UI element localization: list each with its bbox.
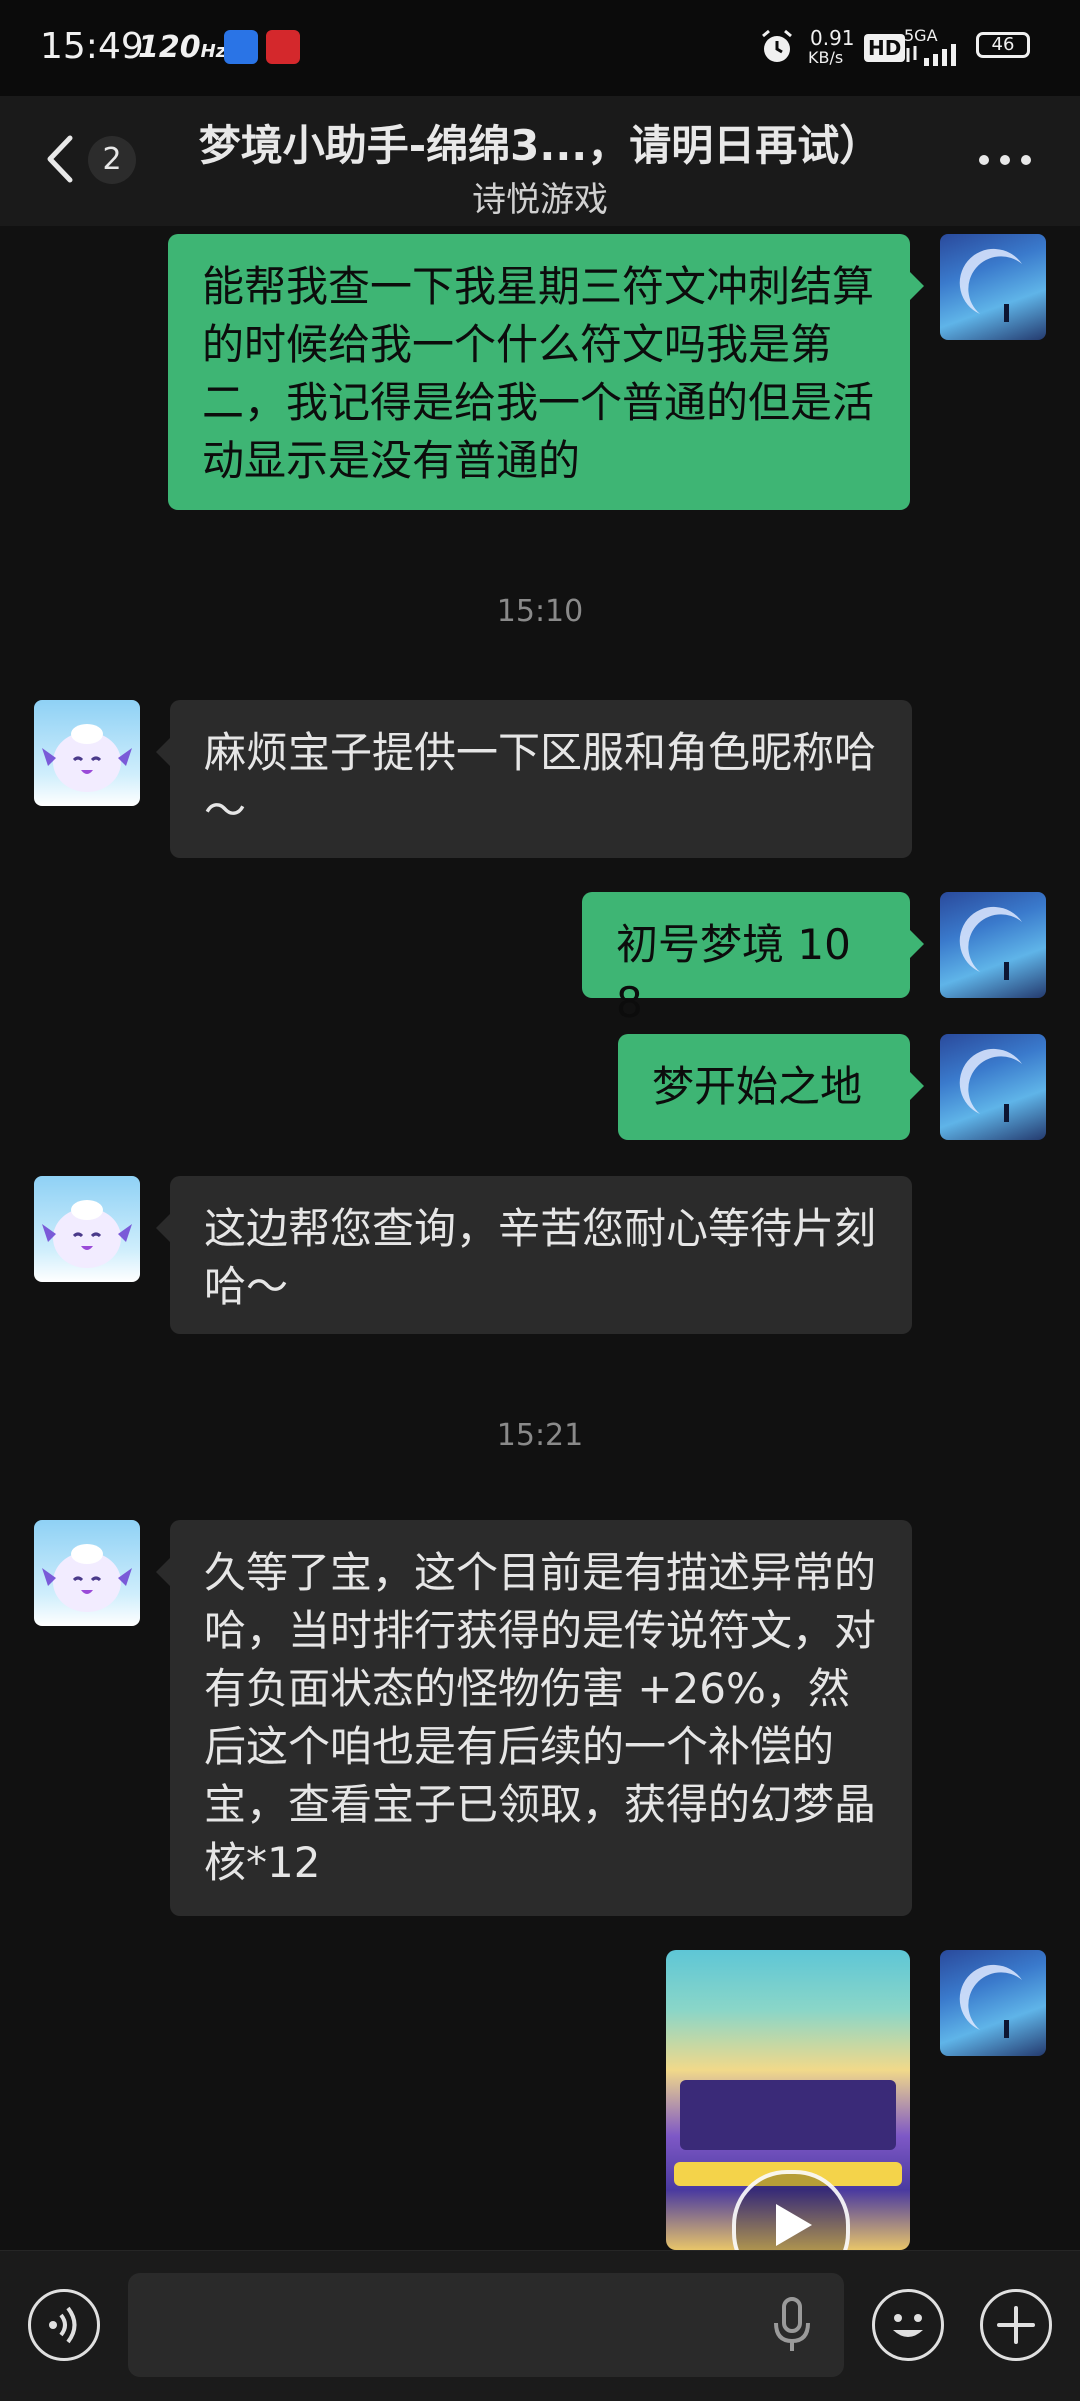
status-bar: 15:49 120Hz 0.91 KB/s HD 5GA 46 [0,0,1080,96]
message-timestamp: 15:10 [496,594,584,629]
message-bubble-self[interactable]: 能帮我查一下我星期三符文冲刺结算的时候给我一个什么符文吗我是第二，我记得是给我一… [168,234,910,510]
play-icon [776,2204,812,2246]
battery-indicator: 46 [976,32,1030,58]
input-bar [0,2250,1080,2401]
self-avatar[interactable] [940,234,1046,340]
bubble-tail [910,272,924,300]
play-video-button[interactable] [732,2170,850,2250]
emoji-button[interactable] [872,2289,944,2361]
bubble-tail [910,930,924,958]
moon-night-icon [959,248,1022,322]
message-bubble-other[interactable]: 这边帮您查询，辛苦您耐心等待片刻哈～ [170,1176,912,1334]
bubble-tail [156,1558,170,1586]
emoji-icon [893,2314,923,2337]
cloud-mascot-icon [42,1200,132,1268]
message-bubble-self[interactable]: 梦开始之地 [618,1034,910,1140]
podium-graphic [680,2080,896,2150]
message-bubble-self[interactable]: 初号梦境 108 [582,892,910,1027]
bot-avatar[interactable] [34,1176,140,1282]
voice-icon [49,2306,77,2344]
bubble-tail [156,738,170,766]
alarm-icon [762,29,792,62]
network-speed-unit: KB/s [808,48,844,67]
moon-night-icon [959,1048,1022,1122]
network-speed-value: 0.91 [810,26,855,50]
battery-level: 46 [991,34,1015,55]
voice-input-button[interactable] [28,2289,100,2361]
bot-avatar[interactable] [34,1520,140,1626]
moon-night-icon [959,1964,1022,2038]
plus-icon [997,2306,1035,2344]
mic-icon[interactable] [772,2297,812,2353]
app-notification-icon [224,30,258,64]
moon-night-icon [959,906,1022,980]
message-bubble-other[interactable]: 麻烦宝子提供一下区服和角色昵称哈～ [170,700,912,858]
bubble-tail [910,1072,924,1100]
more-dots-icon[interactable] [978,154,1032,166]
self-avatar[interactable] [940,1950,1046,2056]
self-avatar[interactable] [940,1034,1046,1140]
chat-subtitle: 诗悦游戏 [472,180,608,220]
hd-badge: HD [864,34,906,62]
cloud-mascot-icon [42,724,132,792]
message-timestamp: 15:21 [496,1418,584,1453]
more-functions-button[interactable] [980,2289,1052,2361]
refresh-rate: 120Hz [138,30,227,65]
unread-count-badge[interactable]: 2 [88,136,136,184]
bot-avatar[interactable] [34,700,140,806]
message-bubble-other[interactable]: 久等了宝，这个目前是有描述异常的哈，当时排行获得的是传说符文，对有负面状态的怪物… [170,1520,912,1916]
video-message-thumbnail[interactable] [666,1950,910,2250]
chat-title: 梦境小助手-绵绵3...，请明日再试） [198,121,882,170]
signal-strength-icon [906,44,956,66]
self-avatar[interactable] [940,892,1046,998]
back-arrow-icon[interactable] [42,134,76,184]
cloud-mascot-icon [42,1544,132,1612]
news-app-notification-icon [266,30,300,64]
bubble-tail [156,1214,170,1242]
message-input[interactable] [128,2273,844,2377]
status-time: 15:49 [40,26,144,67]
chat-header: 2 梦境小助手-绵绵3...，请明日再试） 诗悦游戏 [0,96,1080,226]
